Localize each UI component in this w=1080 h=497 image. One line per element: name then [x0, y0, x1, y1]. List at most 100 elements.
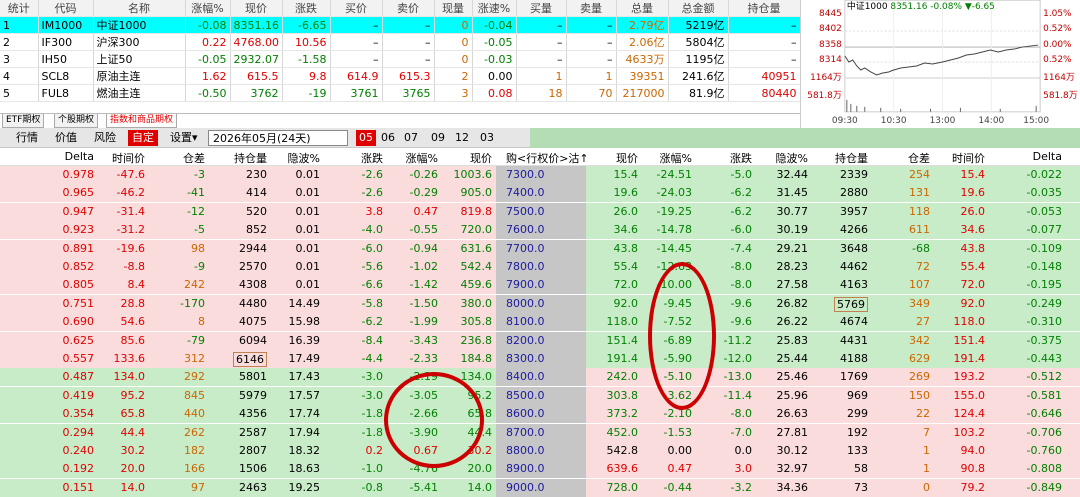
option-row[interactable]: 0.891 -19.6 98 2944 0.01 -6.0 -0.94 631.6 7700.0… [0, 239, 1080, 258]
put-col-header[interactable]: 隐波% [776, 150, 808, 166]
quote-row[interactable]: 5 FUL8 燃油主连 -0.50 3762 -19 3761 3765 3 0.08 18 70 21… [0, 84, 801, 102]
option-row[interactable]: 0.294 44.4 262 2587 17.94 -1.8 -3.90 44.4 8700.0… [0, 423, 1080, 442]
quote-row[interactable]: 1 IM1000 中证1000 -0.08 8351.16 -6.65– –0 -0.04– –… [0, 16, 801, 34]
quote-cell-speed: 0.00 [472, 67, 517, 85]
strike-col-header[interactable]: 购<行权价>沽↑ [506, 150, 589, 166]
put-pct: -24.03 [656, 186, 692, 200]
quote-col-header[interactable]: 持仓量 [728, 0, 801, 17]
call-tv: 133.6 [113, 352, 146, 365]
put-chg: -11.2 [723, 333, 752, 347]
call-oi: 6094 [239, 333, 267, 347]
put-col-header[interactable]: 涨跌 [730, 150, 752, 166]
quote-row[interactable]: 4 SCL8 原油主连 1.62 615.5 9.8 614.9 615.3 2 0.00 1 1 39… [0, 67, 801, 85]
risk-view-button[interactable]: 风险 [90, 130, 120, 146]
settings-dropdown[interactable]: 设置▾ [166, 130, 202, 146]
quote-view-button[interactable]: 行情 [12, 130, 42, 146]
call-col-header[interactable]: 时间价 [112, 150, 145, 166]
put-col-header[interactable]: 现价 [616, 150, 638, 166]
put-oich: 22 [916, 407, 930, 421]
put-col-header[interactable]: 仓差 [908, 150, 930, 166]
quote-col-header[interactable]: 现量 [434, 0, 473, 17]
quote-row[interactable]: 3 IH50 上证50 -0.05 2932.07 -1.58– –0 -0.03– –4633… [0, 50, 801, 68]
put-oich: 1 [923, 462, 930, 476]
put-iv: 30.19 [776, 223, 809, 237]
call-px: 720.0 [460, 223, 493, 237]
option-row[interactable]: 0.625 85.6 -79 6094 16.39 -8.4 -3.43 236.8 8200.… [0, 331, 1080, 350]
quote-cell-price: 4768.00 [230, 33, 283, 51]
option-row[interactable]: 0.419 95.2 845 5979 17.57 -3.0 -3.05 95.2 8500.0… [0, 386, 1080, 405]
chart-time-tick: 13:00 [930, 116, 956, 126]
option-row[interactable]: 0.240 30.2 182 2807 18.32 0.2 0.67 30.2 8800.0 54… [0, 442, 1080, 460]
call-oi: 230 [246, 168, 267, 181]
put-tv: 72.0 [960, 278, 986, 292]
quote-col-header[interactable]: 涨幅% [185, 0, 231, 17]
put-iv: 32.97 [776, 462, 809, 476]
quote-col-header[interactable]: 统计 [0, 0, 39, 17]
quote-col-header[interactable]: 总金额 [668, 0, 729, 17]
call-col-header[interactable]: 仓差 [183, 150, 205, 166]
expiry-select[interactable]: 2026年05月(24天) [208, 130, 348, 146]
put-col-header[interactable]: Delta [1033, 150, 1062, 163]
custom-view-button[interactable]: 自定 [128, 130, 158, 146]
quote-col-header[interactable]: 卖价 [382, 0, 435, 17]
quote-col-header[interactable]: 现价 [230, 0, 283, 17]
option-row[interactable]: 0.947 -31.4 -12 520 0.01 3.8 0.47 819.8 7500.0 26… [0, 202, 1080, 221]
value-view-button[interactable]: 价值 [51, 130, 81, 146]
quote-col-header[interactable]: 名称 [93, 0, 186, 17]
quote-cell-oi: – [728, 33, 801, 51]
quote-col-header[interactable]: 买价 [330, 0, 383, 17]
call-oich: 292 [184, 370, 205, 384]
put-col-header[interactable]: 时间价 [952, 150, 985, 166]
call-col-header[interactable]: 涨跌 [361, 150, 383, 166]
call-col-header[interactable]: Delta [65, 150, 94, 163]
month-12[interactable]: 12 [452, 130, 472, 146]
option-row[interactable]: 0.557 133.6 312 6146 17.49 -4.4 -2.33 184.8 8300… [0, 350, 1080, 368]
quote-col-header[interactable]: 涨速% [472, 0, 517, 17]
option-row[interactable]: 0.354 65.8 440 4356 17.74 -1.8 -2.66 65.8 8600.0… [0, 405, 1080, 424]
intraday-chart[interactable]: 中证1000 8351.16 -0.08% ▼-6.65 8445 8402 835… [800, 0, 1080, 128]
put-col-header[interactable]: 涨幅% [660, 150, 692, 166]
call-col-header[interactable]: 现价 [470, 150, 492, 166]
put-col-header[interactable]: 持仓量 [835, 150, 868, 166]
call-chg: -6.2 [361, 315, 383, 329]
quote-col-header[interactable]: 买量 [516, 0, 567, 17]
month-06[interactable]: 06 [378, 130, 398, 146]
quote-cell-bid: 3761 [330, 84, 383, 102]
call-col-header[interactable]: 涨幅% [406, 150, 438, 166]
quote-col-header[interactable]: 总量 [616, 0, 669, 17]
quote-col-header[interactable]: 涨跌 [282, 0, 331, 17]
chart-left-tick: 8314 [819, 55, 842, 65]
month-03[interactable]: 03 [477, 130, 497, 146]
month-09[interactable]: 09 [428, 130, 448, 146]
option-row[interactable]: 0.151 14.0 97 2463 19.25 -0.8 -5.41 14.0 9000.0 7… [0, 478, 1080, 497]
put-oich: 107 [909, 278, 930, 292]
call-oi: 4480 [239, 296, 267, 310]
put-delta: -0.022 [1026, 168, 1062, 181]
call-chg: -1.8 [361, 425, 383, 439]
tab-stock-options[interactable]: 个股期权 [54, 114, 99, 128]
option-row[interactable]: 0.690 54.6 8 4075 15.98 -6.2 -1.99 305.8 8100.0 1… [0, 313, 1080, 332]
call-oi: 1506 [239, 462, 267, 476]
option-row[interactable]: 0.965 -46.2 -41 414 0.01 -2.6 -0.29 905.0 7400.0… [0, 184, 1080, 203]
quote-col-header[interactable]: 代码 [38, 0, 94, 17]
call-col-header[interactable]: 持仓量 [234, 150, 267, 166]
month-05[interactable]: 05 [356, 130, 376, 146]
tab-index-commodity-options[interactable]: 指数和商品期权 [106, 114, 178, 128]
put-iv: 32.44 [776, 168, 809, 181]
quote-col-header[interactable]: 卖量 [566, 0, 617, 17]
month-07[interactable]: 07 [401, 130, 421, 146]
put-iv: 31.45 [776, 186, 809, 200]
put-oi: 192 [847, 425, 868, 439]
option-row[interactable]: 0.487 134.0 292 5801 17.43 -3.0 -2.19 134.0 8400… [0, 368, 1080, 387]
option-row[interactable]: 0.751 28.8 -170 4480 14.49 -5.8 -1.50 380.0 8000… [0, 294, 1080, 313]
tab-etf-options[interactable]: ETF期权 [2, 114, 45, 128]
option-row[interactable]: 0.852 -8.8 -9 2570 0.01 -5.6 -1.02 542.4 7800.0 5… [0, 258, 1080, 276]
option-row[interactable]: 0.805 8.4 242 4308 0.01 -6.6 -1.42 459.6 7900.0 7… [0, 276, 1080, 295]
call-chg: -5.8 [361, 296, 383, 310]
call-col-header[interactable]: 隐波% [288, 150, 320, 166]
option-row[interactable]: 0.192 20.0 166 1506 18.63 -1.0 -4.76 20.0 8900.0… [0, 460, 1080, 479]
option-row[interactable]: 0.923 -31.2 -5 852 0.01 -4.0 -0.55 720.0 7600.0 3… [0, 221, 1080, 240]
option-row[interactable]: 0.978 -47.6 -3 230 0.01 -2.6 -0.26 1003.6 7300.0… [0, 166, 1080, 184]
quote-row[interactable]: 2 IF300 沪深300 0.22 4768.00 10.56– –0 -0.05– –2.0… [0, 33, 801, 51]
strike-price: 7900.0 [506, 278, 545, 292]
